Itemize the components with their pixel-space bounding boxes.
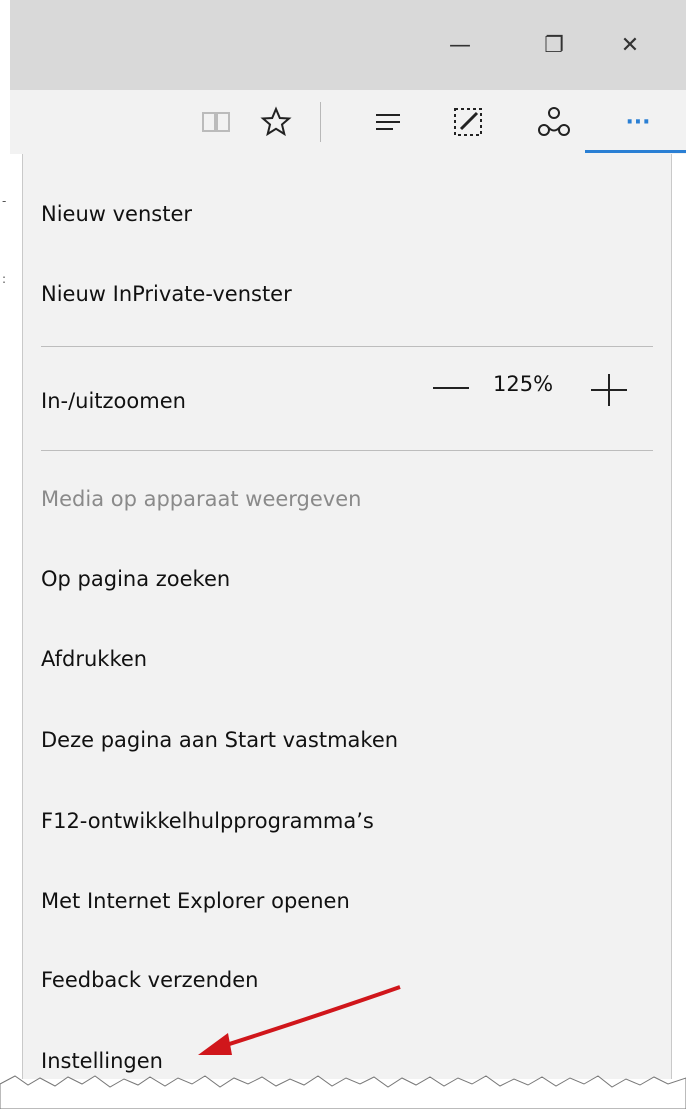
menu-item-print[interactable]: Afdrukken [41, 647, 147, 671]
menu-item-new-inprivate[interactable]: Nieuw InPrivate-venster [41, 282, 292, 306]
hub-icon[interactable] [366, 100, 410, 144]
more-icon[interactable]: ··· [616, 100, 660, 144]
menu-divider [41, 450, 653, 451]
more-active-indicator [585, 150, 686, 153]
close-button[interactable]: ✕ [610, 25, 650, 65]
title-bar: — ❐ ✕ [10, 0, 686, 90]
reading-view-icon[interactable] [194, 100, 238, 144]
menu-item-f12-tools[interactable]: F12-ontwikkelhulpprogramma’s [41, 809, 374, 833]
zoom-out-button[interactable] [433, 387, 469, 389]
restore-button[interactable]: ❐ [534, 25, 574, 65]
page-glyph: - [2, 194, 7, 208]
menu-divider [41, 346, 653, 347]
menu-item-cast-media: Media op apparaat weergeven [41, 487, 362, 511]
menu-item-settings[interactable]: Instellingen [41, 1049, 163, 1073]
minimize-button[interactable]: — [440, 25, 480, 65]
torn-edge [0, 1075, 686, 1109]
menu-item-find-on-page[interactable]: Op pagina zoeken [41, 567, 230, 591]
menu-item-open-ie[interactable]: Met Internet Explorer openen [41, 889, 350, 913]
annotation-arrow [198, 985, 401, 1055]
web-note-icon[interactable] [446, 100, 490, 144]
more-actions-menu: Nieuw venster Nieuw InPrivate-venster In… [22, 154, 672, 1079]
zoom-in-button[interactable] [591, 374, 627, 406]
menu-item-new-window[interactable]: Nieuw venster [41, 202, 192, 226]
favorite-star-icon[interactable] [254, 100, 298, 144]
zoom-label: In-/uitzoomen [41, 389, 186, 413]
toolbar-divider [320, 102, 321, 142]
toolbar: ··· [10, 90, 686, 154]
menu-item-pin-to-start[interactable]: Deze pagina aan Start vastmaken [41, 728, 398, 752]
page-content-strip: - : [0, 154, 22, 1109]
zoom-value: 125% [493, 372, 554, 396]
page-glyph: : [2, 272, 7, 286]
share-icon[interactable] [532, 100, 576, 144]
